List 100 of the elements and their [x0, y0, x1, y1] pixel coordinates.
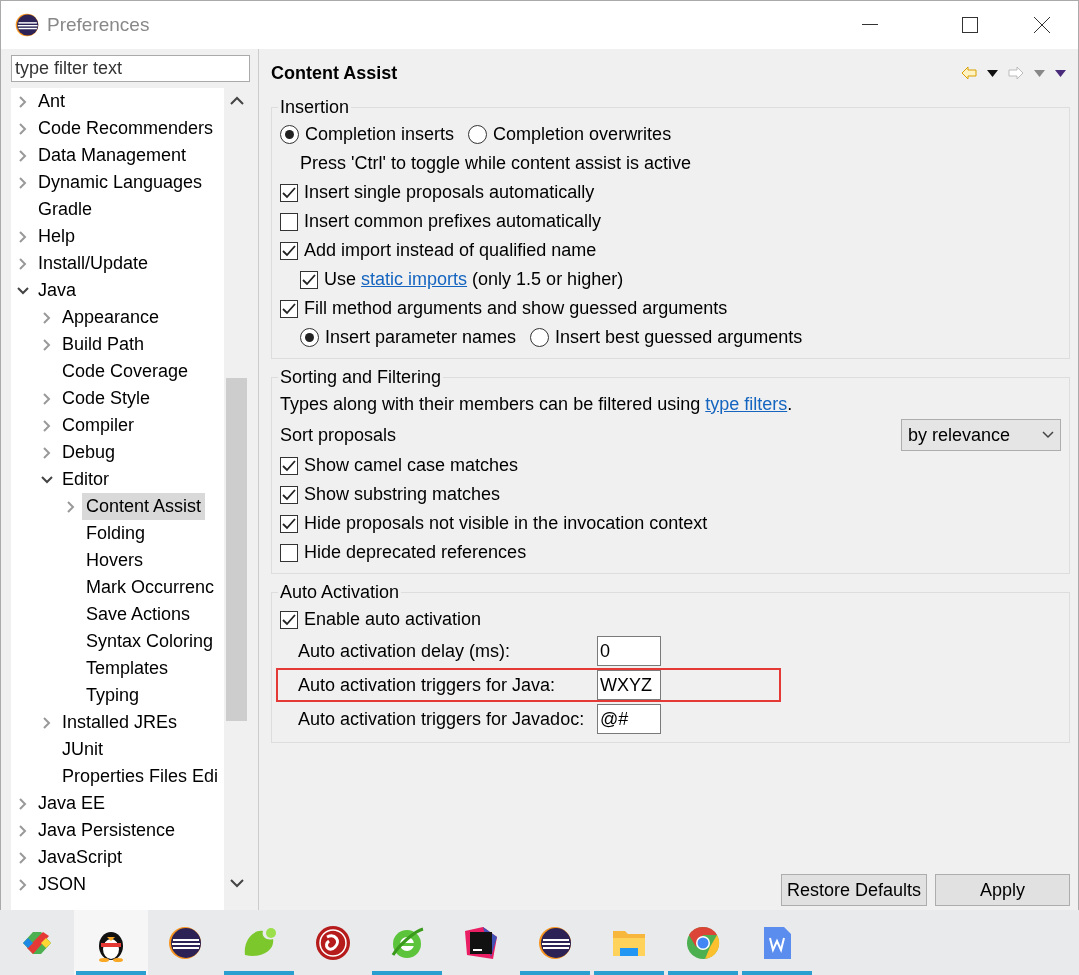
checkbox-label[interactable]: Show camel case matches: [304, 455, 519, 476]
checkbox[interactable]: [280, 543, 298, 562]
radio-button[interactable]: [280, 125, 299, 144]
checkbox-label[interactable]: Hide proposals not visible in the invocation context: [304, 513, 708, 534]
checkbox[interactable]: [280, 610, 298, 629]
page-title: Content Assist: [271, 62, 398, 84]
tree-item[interactable]: Code Recommenders: [34, 115, 218, 142]
checkbox[interactable]: [300, 270, 318, 289]
tree-item[interactable]: Java Persistence: [34, 817, 180, 844]
expand-chevron-icon[interactable]: [17, 850, 29, 865]
tree-item[interactable]: JUnit: [58, 736, 107, 763]
swirl-icon[interactable]: [315, 924, 351, 961]
checkbox[interactable]: [280, 212, 298, 231]
type-filters-link[interactable]: type filters: [705, 394, 788, 414]
tree-item[interactable]: Help: [34, 223, 80, 250]
restore-defaults-button[interactable]: Restore Defaults: [780, 874, 927, 906]
expand-chevron-icon[interactable]: [41, 391, 53, 406]
tree-item[interactable]: Install/Update: [34, 250, 153, 277]
back-menu-icon[interactable]: [987, 69, 998, 77]
maximize-icon[interactable]: [962, 17, 978, 33]
tree-item[interactable]: Editor: [58, 466, 114, 493]
view-menu-icon[interactable]: [1055, 69, 1066, 77]
scroll-down-icon[interactable]: [229, 879, 244, 888]
expand-chevron-icon[interactable]: [17, 175, 29, 190]
expand-chevron-icon[interactable]: [41, 310, 53, 325]
tree-item[interactable]: Dynamic Languages: [34, 169, 207, 196]
radio-button[interactable]: [468, 125, 488, 144]
checkbox-label[interactable]: Enable auto activation: [304, 609, 482, 630]
eclipse-icon[interactable]: [168, 925, 202, 960]
scroll-up-icon[interactable]: [229, 96, 244, 105]
tree-item[interactable]: Data Management: [34, 142, 191, 169]
checkbox-label[interactable]: Insert single proposals automatically: [304, 182, 595, 203]
text-field[interactable]: @#: [597, 704, 661, 734]
chevron-down-icon: [1042, 431, 1054, 439]
checkbox[interactable]: [280, 299, 298, 318]
tree-item[interactable]: Templates: [82, 655, 173, 682]
tree-item[interactable]: JSON: [34, 871, 90, 898]
apply-button[interactable]: Apply: [935, 874, 1070, 906]
expand-chevron-icon[interactable]: [41, 418, 53, 433]
sort-dropdown[interactable]: by relevance: [901, 419, 1061, 451]
close-icon[interactable]: [1034, 17, 1050, 33]
checkbox-label[interactable]: Hide deprecated references: [304, 542, 527, 563]
tree-item[interactable]: Debug: [58, 439, 120, 466]
radio-button[interactable]: [300, 328, 319, 347]
eclipse-icon[interactable]: [538, 925, 572, 960]
checkbox[interactable]: [280, 183, 298, 202]
text-field[interactable]: WXYZ: [597, 670, 661, 700]
text-field[interactable]: 0: [597, 636, 661, 666]
expand-chevron-icon[interactable]: [17, 877, 29, 892]
filter-field[interactable]: type filter text: [11, 55, 250, 82]
tree-item[interactable]: Folding: [82, 520, 150, 547]
tree-item[interactable]: Compiler: [58, 412, 139, 439]
tree-item[interactable]: JavaScript: [34, 844, 127, 871]
chrome-icon[interactable]: [686, 925, 720, 960]
tree-item[interactable]: Build Path: [58, 331, 149, 358]
document-icon[interactable]: [762, 925, 792, 960]
tree-item[interactable]: Installed JREs: [58, 709, 182, 736]
expand-chevron-icon[interactable]: [17, 256, 29, 271]
checkbox[interactable]: [280, 241, 298, 260]
minimize-icon[interactable]: [862, 24, 878, 26]
expand-chevron-icon[interactable]: [17, 229, 29, 244]
tree-item[interactable]: Properties Files Edi: [58, 763, 223, 790]
checkbox[interactable]: [280, 485, 298, 504]
checkbox-label[interactable]: Add import instead of qualified name: [304, 240, 597, 261]
checkbox[interactable]: [280, 514, 298, 533]
field-label: Auto activation delay (ms):: [297, 640, 512, 662]
expand-chevron-icon[interactable]: [17, 148, 29, 163]
checkbox[interactable]: [280, 456, 298, 475]
tree-item[interactable]: Code Style: [58, 385, 155, 412]
tree-item[interactable]: Gradle: [34, 196, 97, 223]
tree-item[interactable]: Content Assist: [82, 493, 206, 520]
expand-chevron-icon[interactable]: [17, 823, 29, 838]
expand-chevron-icon[interactable]: [41, 445, 53, 460]
scrollbar-thumb[interactable]: [226, 378, 247, 721]
tree-item[interactable]: Save Actions: [82, 601, 195, 628]
tree-item[interactable]: Hovers: [82, 547, 147, 574]
ide-icon[interactable]: [463, 924, 499, 961]
tree-item[interactable]: Java: [34, 277, 81, 304]
expand-chevron-icon[interactable]: [65, 499, 77, 514]
static-imports-link[interactable]: static imports: [361, 269, 468, 289]
tree-item[interactable]: Syntax Coloring: [82, 628, 218, 655]
radio-button[interactable]: [530, 328, 550, 347]
checkbox-label[interactable]: Insert common prefixes automatically: [304, 211, 602, 232]
tree-item[interactable]: Ant: [34, 88, 70, 115]
expand-chevron-icon[interactable]: [17, 796, 29, 811]
checkbox-label[interactable]: Show substring matches: [304, 484, 501, 505]
tree-item[interactable]: Appearance: [58, 304, 164, 331]
info-text: Press 'Ctrl' to toggle while content assist is active: [300, 153, 692, 174]
expand-chevron-icon[interactable]: [41, 715, 53, 730]
expand-chevron-icon[interactable]: [41, 337, 53, 352]
running-indicator: [594, 971, 664, 975]
checkbox-label[interactable]: Use static imports (only 1.5 or higher): [324, 269, 624, 290]
expand-chevron-icon[interactable]: [17, 94, 29, 109]
tree-item[interactable]: Mark Occurrenc: [82, 574, 219, 601]
expand-chevron-icon[interactable]: [17, 121, 29, 136]
tree-item[interactable]: Code Coverage: [58, 358, 193, 385]
tree-item[interactable]: Typing: [82, 682, 144, 709]
checkbox-label[interactable]: Fill method arguments and show guessed arguments: [304, 298, 728, 319]
tree-item[interactable]: Java EE: [34, 790, 110, 817]
forward-menu-icon[interactable]: [1034, 69, 1045, 77]
